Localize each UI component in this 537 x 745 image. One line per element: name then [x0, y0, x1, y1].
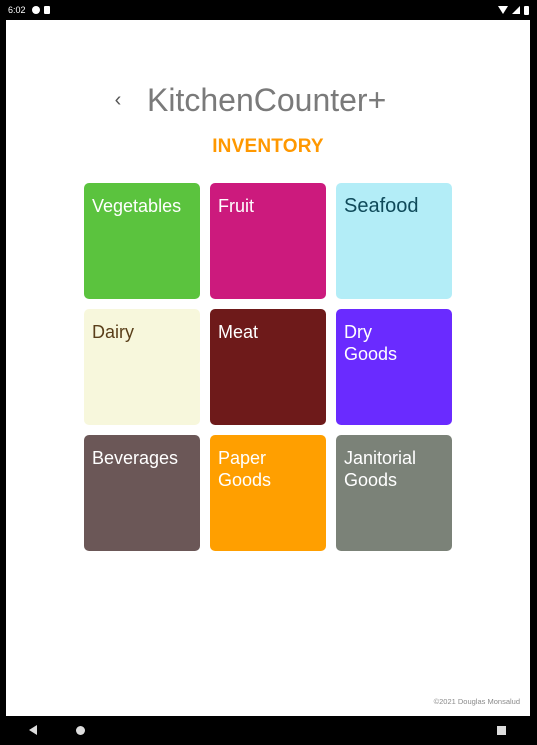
status-bar: 6:02 — [0, 0, 537, 20]
nav-home-icon[interactable] — [76, 726, 85, 735]
tile-label: Janitorial Goods — [344, 448, 417, 490]
sd-card-icon — [43, 6, 50, 14]
wifi-icon — [498, 6, 508, 14]
app-screen: ‹ KitchenCounter+ INVENTORY Vegetables F… — [6, 20, 530, 716]
battery-icon — [524, 5, 529, 15]
tile-dry-goods[interactable]: Dry Goods — [336, 309, 452, 425]
footer-credit: ©2021 Douglas Monsalud — [433, 697, 520, 706]
tile-beverages[interactable]: Beverages — [84, 435, 200, 551]
back-button[interactable]: ‹ — [108, 88, 128, 112]
category-grid: Vegetables Fruit Seafood Dairy Meat Dry … — [84, 183, 452, 551]
section-title: INVENTORY — [212, 136, 324, 157]
tile-dairy[interactable]: Dairy — [84, 309, 200, 425]
tile-label: Vegetables — [92, 196, 182, 216]
tile-fruit[interactable]: Fruit — [210, 183, 326, 299]
tile-paper-goods[interactable]: Paper Goods — [210, 435, 326, 551]
tile-label: Seafood — [344, 195, 419, 217]
nav-back-icon[interactable] — [29, 725, 37, 735]
tile-label: Beverages — [92, 448, 179, 468]
tile-label: Meat — [218, 322, 259, 342]
notification-icon — [31, 6, 40, 14]
nav-recents-icon[interactable] — [497, 726, 506, 735]
tile-vegetables[interactable]: Vegetables — [84, 183, 200, 299]
status-time: 6:02 — [8, 5, 26, 15]
system-nav-bar — [0, 716, 537, 745]
tile-label: Dairy — [92, 322, 135, 342]
tile-janitorial-goods[interactable]: Janitorial Goods — [336, 435, 452, 551]
signal-icon — [512, 6, 520, 14]
app-title: KitchenCounter+ — [147, 82, 387, 118]
tile-label: Paper Goods — [218, 448, 272, 490]
tile-seafood[interactable]: Seafood — [336, 183, 452, 299]
tile-label: Fruit — [218, 196, 254, 216]
tile-meat[interactable]: Meat — [210, 309, 326, 425]
tile-label: Dry Goods — [344, 322, 398, 364]
header: ‹ KitchenCounter+ — [6, 80, 530, 120]
